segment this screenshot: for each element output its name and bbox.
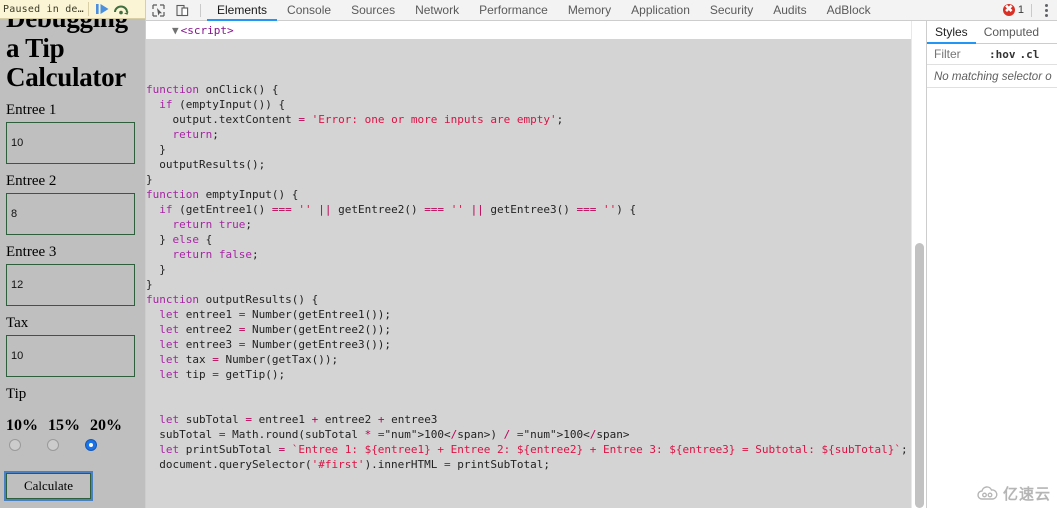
screen-root: Debugging a Tip Calculator Entree 1 Entr… xyxy=(0,0,1057,508)
styles-sidebar: Styles Computed :hov .cl No matching sel… xyxy=(926,21,1057,508)
code-line: return; xyxy=(172,128,219,141)
toggle-device-toolbar-icon[interactable] xyxy=(170,0,194,20)
tip-calculator-form: Debugging a Tip Calculator Entree 1 Entr… xyxy=(0,0,145,502)
entree-1-input[interactable] xyxy=(6,122,135,165)
code-line: document.querySelector('#first').innerHT… xyxy=(146,458,551,471)
tip-label-20: 20% xyxy=(90,417,122,435)
tip-radio-15[interactable] xyxy=(47,439,59,452)
error-count: 1 xyxy=(1017,4,1024,16)
styles-filter-input[interactable] xyxy=(927,46,985,62)
step-over-icon[interactable] xyxy=(112,1,130,18)
code-line: let entree2 = Number(getEntree2()); xyxy=(159,323,392,336)
code-line: function outputResults() { xyxy=(146,293,319,306)
tab-application[interactable]: Application xyxy=(621,0,700,21)
tab-elements[interactable]: Elements xyxy=(207,0,277,21)
tab-computed[interactable]: Computed xyxy=(976,21,1047,44)
code-line: outputResults(); xyxy=(146,158,266,171)
code-line: let entree1 = Number(getEntree1()); xyxy=(159,308,392,321)
code-line: if (getEntree1() === '' || getEntree2() … xyxy=(159,203,637,216)
inspect-element-icon[interactable] xyxy=(146,0,170,20)
code-line: } xyxy=(146,143,166,156)
pseudo-hov-button[interactable]: :hov xyxy=(985,48,1016,61)
scrollbar-thumb[interactable] xyxy=(915,243,924,508)
tip-radio-15-cell[interactable] xyxy=(44,439,82,452)
code-line: function emptyInput() { xyxy=(146,188,299,201)
styles-divider xyxy=(927,87,1057,88)
tax-input[interactable] xyxy=(6,335,135,378)
resume-play-icon[interactable] xyxy=(94,1,112,18)
watermark-text: 亿速云 xyxy=(1002,486,1051,503)
tab-memory[interactable]: Memory xyxy=(558,0,621,21)
error-circle-icon: ✖ xyxy=(1002,4,1015,16)
code-line: } xyxy=(146,278,153,291)
error-count-badge[interactable]: ✖ 1 xyxy=(1002,4,1031,16)
script-source-text[interactable]: function onClick() { if (emptyInput()) {… xyxy=(146,39,911,508)
tip-label-10: 10% xyxy=(6,417,38,435)
code-line: function onClick() { xyxy=(146,83,279,96)
triangle-down-icon[interactable]: ▼ xyxy=(172,24,179,37)
styles-empty-message: No matching selector o xyxy=(934,71,1052,83)
paused-banner-text: Paused in de… xyxy=(3,3,84,15)
tab-adblock[interactable]: AdBlock xyxy=(817,0,881,21)
tab-console[interactable]: Console xyxy=(277,0,341,21)
devtools-main: ▼<script> ... function onClick() { if (e… xyxy=(146,21,1057,508)
elements-scrollbar[interactable] xyxy=(911,21,926,508)
tip-radio-10-cell[interactable] xyxy=(6,439,44,452)
dom-node-label: <script> xyxy=(180,24,234,37)
styles-tabbar: Styles Computed xyxy=(927,21,1057,44)
toolbar-divider xyxy=(200,3,201,17)
tip-radio-20-cell[interactable] xyxy=(82,439,120,452)
tip-radio-10[interactable] xyxy=(9,439,21,452)
field-label-entree-3: Entree 3 xyxy=(6,244,57,261)
code-line: } xyxy=(146,263,166,276)
tip-radio-20[interactable] xyxy=(85,439,97,452)
kebab-menu-icon[interactable] xyxy=(1038,3,1054,17)
code-line: return false; xyxy=(172,248,259,261)
toolbar-right-group: ✖ 1 xyxy=(1002,3,1057,17)
tab-network[interactable]: Network xyxy=(405,0,469,21)
tip-label-15: 15% xyxy=(48,417,80,435)
paused-in-debugger-banner: Paused in de… xyxy=(0,0,145,19)
code-line: let subTotal = entree1 + entree2 + entre… xyxy=(159,413,438,426)
code-line: if (emptyInput()) { xyxy=(159,98,286,111)
entree-3-input[interactable] xyxy=(6,264,135,307)
devtools-toolbar: Elements Console Sources Network Perform… xyxy=(146,0,1057,21)
field-label-tip: Tip xyxy=(6,386,27,403)
devtools-panel: Elements Console Sources Network Perform… xyxy=(145,0,1057,508)
calculate-button[interactable]: Calculate xyxy=(4,471,93,502)
tip-percent-labels: 10% 15% 20% xyxy=(6,417,139,435)
banner-divider xyxy=(87,2,89,16)
site-watermark: 亿速云 xyxy=(977,483,1051,504)
code-line: let entree3 = Number(getEntree3()); xyxy=(159,338,392,351)
code-line: } else { xyxy=(146,233,213,246)
code-line: return true; xyxy=(172,218,253,231)
cloud-logo-icon xyxy=(977,486,998,500)
field-label-entree-1: Entree 1 xyxy=(6,102,57,119)
entree-2-input[interactable] xyxy=(6,193,135,236)
tab-audits[interactable]: Audits xyxy=(763,0,816,21)
elements-tree-pane[interactable]: ▼<script> ... function onClick() { if (e… xyxy=(146,21,926,508)
web-page-pane: Debugging a Tip Calculator Entree 1 Entr… xyxy=(0,0,145,508)
code-line: let tax = Number(getTax()); xyxy=(159,353,339,366)
toolbar-divider-right xyxy=(1031,3,1032,17)
dom-node-script[interactable]: ▼ <script> xyxy=(146,21,926,37)
code-line: } xyxy=(146,173,153,186)
field-label-entree-2: Entree 2 xyxy=(6,173,57,190)
field-label-tax: Tax xyxy=(6,315,29,332)
code-line: let tip = getTip(); xyxy=(159,368,286,381)
tab-styles[interactable]: Styles xyxy=(927,21,976,44)
code-line: let printSubTotal = `Entree 1: ${entree1… xyxy=(159,443,908,456)
tab-performance[interactable]: Performance xyxy=(469,0,558,21)
tab-security[interactable]: Security xyxy=(700,0,763,21)
styles-filter-bar: :hov .cl xyxy=(927,44,1057,65)
pseudo-cls-button[interactable]: .cl xyxy=(1016,48,1040,61)
tab-sources[interactable]: Sources xyxy=(341,0,405,21)
tip-radio-group xyxy=(6,439,139,452)
code-line: subTotal = Math.round(subTotal * ="num">… xyxy=(146,428,630,441)
code-line: output.textContent = 'Error: one or more… xyxy=(146,113,564,126)
